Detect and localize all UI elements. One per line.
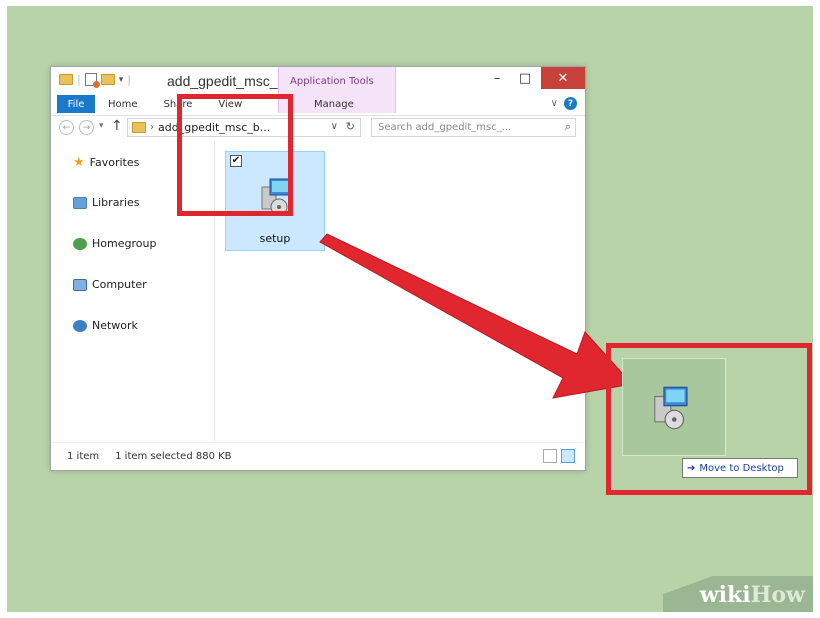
drag-preview-tile	[622, 358, 726, 456]
move-to-desktop-tooltip: ➔ Move to Desktop	[682, 458, 798, 478]
drag-direction-arrow	[319, 233, 633, 399]
arrow-right-icon: ➔	[687, 462, 696, 474]
installer-icon	[651, 385, 693, 435]
wikihow-logo: wikiHow	[699, 582, 805, 608]
tooltip-text: Move to Desktop	[699, 462, 784, 474]
desktop-background: | ▾ | add_gpedit_msc_... Application Too…	[7, 6, 813, 612]
wikihow-watermark: wikiHow	[663, 576, 813, 612]
